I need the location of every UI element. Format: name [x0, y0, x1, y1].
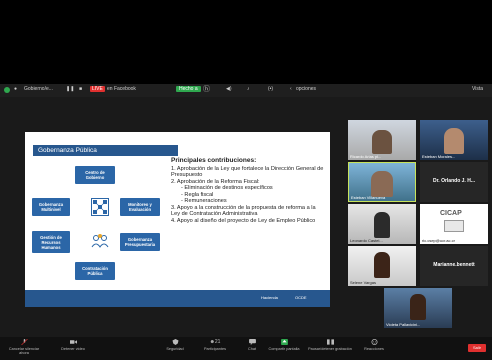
- contribution-item: 1. Aprobación de la Ley que fortalece la…: [171, 165, 324, 179]
- security-label: Seguridad: [166, 347, 184, 351]
- shared-slide: Gobernanza Pública Centro de Gobierno Go…: [25, 132, 330, 307]
- participant-tile[interactable]: Esteban Morales...: [420, 120, 488, 160]
- contributions-heading: Principales contribuciones:: [171, 157, 257, 164]
- video-camera-icon: [69, 340, 77, 344]
- chevron-left-icon[interactable]: ‹: [290, 86, 292, 92]
- box-recursos-humanos: Gestión de Recursos Humanos: [32, 231, 70, 253]
- person-avatar: [374, 212, 390, 238]
- status-icon: [4, 87, 10, 93]
- share-screen-label: Compartir pantalla: [268, 347, 300, 351]
- smiley-icon: [371, 339, 377, 345]
- participant-name: ric.csep@ucr.ac.cr: [422, 238, 455, 243]
- slide-footer: Hacienda OCDE: [25, 290, 330, 307]
- share-screen-button[interactable]: Compartir pantalla: [266, 339, 302, 351]
- person-avatar: [374, 252, 390, 278]
- record-button[interactable]: Pausar/detener grabación: [308, 339, 352, 351]
- participant-tile[interactable]: Selene Vargas: [348, 246, 416, 286]
- participant-tile[interactable]: Leonardo Castel...: [348, 204, 416, 244]
- live-badge: LIVE: [90, 86, 105, 92]
- stop-video-button[interactable]: Detener video: [58, 339, 88, 351]
- people-icon: [91, 233, 109, 249]
- pause-icon[interactable]: ❚❚: [66, 86, 74, 92]
- mic-icon[interactable]: ♪: [247, 86, 250, 92]
- contribution-item: 4. Apoyo al diseño del proyecto de Ley d…: [171, 217, 316, 224]
- view-button[interactable]: Vista: [472, 86, 483, 92]
- chat-label: Chat: [247, 347, 257, 351]
- participants-button[interactable]: ☻21 Participantes: [200, 339, 230, 351]
- unmute-button[interactable]: Cancelar silenciar ahora: [4, 339, 44, 355]
- reactions-label: Reacciones: [364, 347, 384, 351]
- participant-name-centered: Marianne.bennett: [433, 262, 475, 268]
- logo-graphic: [444, 220, 464, 232]
- box-contratacion: Contratación Pública: [75, 262, 115, 280]
- stop-icon[interactable]: ■: [79, 86, 82, 92]
- slide-title: Gobernanza Pública: [33, 145, 178, 156]
- participant-tile[interactable]: Dr. Orlando J. H...: [420, 162, 488, 202]
- contribution-item: 3. Apoyo a la construcción de la propues…: [171, 204, 316, 218]
- participant-name: Esteban Villanueva: [351, 195, 386, 200]
- options-menu[interactable]: opciones: [296, 86, 316, 92]
- person-avatar: [444, 128, 464, 154]
- meeting-top-bar: ● Gobierno/e... ❚❚ ■ LIVE en Facebook He…: [0, 84, 492, 97]
- participant-name-centered: Dr. Orlando J. H...: [433, 178, 475, 184]
- meeting-toolbar: Cancelar silenciar ahora Detener video S…: [0, 337, 492, 360]
- participant-name: Violeta Pallavicini...: [386, 322, 421, 327]
- live-target[interactable]: en Facebook: [107, 86, 136, 92]
- participant-name: Esteban Morales...: [422, 154, 456, 159]
- network-icon: [91, 198, 109, 216]
- security-button[interactable]: Seguridad: [162, 339, 188, 351]
- meeting-name: Gobierno/e...: [24, 86, 53, 92]
- box-centro-gobierno: Centro de Gobierno: [75, 166, 115, 184]
- record-label: Pausar/detener grabación: [308, 347, 352, 351]
- footer-logo-ocde: OCDE: [295, 295, 307, 300]
- participant-tile[interactable]: CICAP ric.csep@ucr.ac.cr: [420, 204, 488, 244]
- shield-icon: [172, 339, 178, 345]
- participants-label: Participantes: [204, 347, 226, 351]
- pause-record-icon: [326, 339, 334, 345]
- participants-count: 21: [214, 339, 221, 345]
- chat-button[interactable]: Chat: [244, 339, 260, 351]
- cicap-logo: CICAP: [440, 210, 462, 217]
- participant-name: Ricardo Arias pl...: [350, 154, 382, 159]
- person-avatar: [410, 294, 426, 320]
- participant-tile[interactable]: Ricardo Arias pl...: [348, 120, 416, 160]
- participant-name: Selene Vargas: [350, 280, 376, 285]
- box-presupuestaria: Gobernanza Presupuestaria: [120, 233, 160, 251]
- person-avatar: [372, 130, 392, 154]
- box-multinivel: Gobernanza Multinivel: [32, 198, 70, 216]
- leave-meeting-button[interactable]: Salir: [468, 344, 486, 352]
- footer-logo-hacienda: Hacienda: [261, 295, 278, 300]
- camera-icon[interactable]: ●: [14, 86, 17, 92]
- participant-tile[interactable]: Marianne.bennett: [420, 246, 488, 286]
- participants-icon: ☻21: [209, 339, 221, 345]
- participant-tile-active-speaker[interactable]: Esteban Villanueva: [348, 162, 416, 202]
- unmute-label: Cancelar silenciar ahora: [8, 347, 40, 355]
- box-monitoreo: Monitoreo y Evaluación: [120, 198, 160, 216]
- contributions-list: Principales contribuciones: 1. Aprobació…: [171, 157, 326, 224]
- participant-tile[interactable]: Violeta Pallavicini...: [384, 288, 452, 328]
- share-status-badge[interactable]: Hecho a: [176, 86, 201, 92]
- hp-logo-icon: ⓗ: [203, 86, 210, 93]
- person-avatar: [371, 171, 393, 197]
- participant-name: Leonardo Castel...: [350, 238, 383, 243]
- volume-icon[interactable]: ◀): [226, 86, 232, 92]
- stop-video-label: Detener video: [61, 347, 85, 351]
- mic-muted-icon: [20, 339, 28, 345]
- audio-icon[interactable]: (•): [268, 86, 273, 92]
- share-screen-icon: [280, 339, 288, 345]
- reactions-button[interactable]: Reacciones: [360, 339, 388, 351]
- chat-icon: [248, 339, 256, 345]
